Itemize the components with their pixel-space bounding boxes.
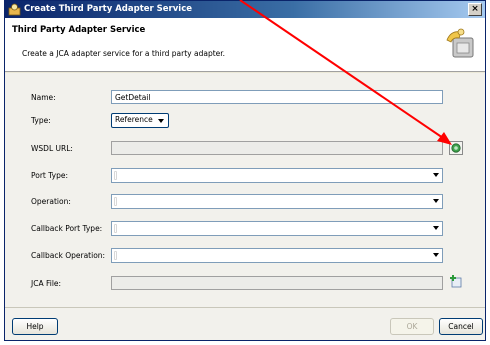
dialog-window: Create Third Party Adapter Service × Thi… — [4, 0, 486, 341]
type-dropdown[interactable]: Reference — [111, 113, 169, 128]
wizard-header: Third Party Adapter Service Create a JCA… — [5, 18, 485, 72]
name-label: Name: — [31, 93, 56, 102]
combo-field — [114, 197, 117, 206]
wsdl-url-field[interactable] — [111, 141, 443, 155]
callback-operation-label: Callback Operation: — [31, 251, 106, 260]
header-title: Third Party Adapter Service — [12, 25, 146, 35]
ok-button[interactable]: OK — [390, 318, 434, 335]
combo-field — [114, 224, 117, 233]
jca-file-label: JCA File: — [31, 279, 62, 288]
combo-field — [114, 251, 117, 260]
window-title: Create Third Party Adapter Service — [24, 4, 193, 14]
callback-port-type-label: Callback Port Type: — [31, 224, 103, 233]
chevron-down-icon — [433, 173, 439, 177]
port-type-dropdown[interactable] — [111, 168, 443, 183]
chevron-down-icon — [433, 253, 439, 257]
wsdl-url-label: WSDL URL: — [31, 144, 73, 153]
chevron-down-icon — [433, 199, 439, 203]
type-label: Type: — [31, 116, 51, 125]
close-button[interactable]: × — [468, 3, 482, 16]
help-button[interactable]: Help — [12, 318, 58, 335]
form-area: Name: GetDetail Type: Reference WSDL URL… — [5, 73, 485, 307]
dialog-footer: Help OK Cancel — [5, 307, 485, 340]
callback-port-type-dropdown[interactable] — [111, 221, 443, 236]
operation-label: Operation: — [31, 197, 71, 206]
header-description: Create a JCA adapter service for a third… — [22, 49, 226, 58]
chevron-down-icon — [158, 119, 164, 123]
adapter-app-icon — [8, 3, 21, 16]
name-field[interactable]: GetDetail — [111, 90, 443, 104]
operation-dropdown[interactable] — [111, 194, 443, 209]
chevron-down-icon — [433, 226, 439, 230]
combo-field — [114, 171, 117, 180]
add-jca-file-icon[interactable] — [449, 274, 463, 288]
jca-file-field[interactable] — [111, 276, 443, 290]
title-bar[interactable]: Create Third Party Adapter Service × — [5, 1, 485, 18]
cancel-button[interactable]: Cancel — [439, 318, 483, 335]
find-wsdl-icon[interactable] — [449, 141, 463, 155]
adapter-service-icon — [446, 28, 474, 58]
port-type-label: Port Type: — [31, 171, 69, 180]
type-dropdown-value: Reference — [115, 115, 153, 124]
callback-operation-dropdown[interactable] — [111, 248, 443, 263]
